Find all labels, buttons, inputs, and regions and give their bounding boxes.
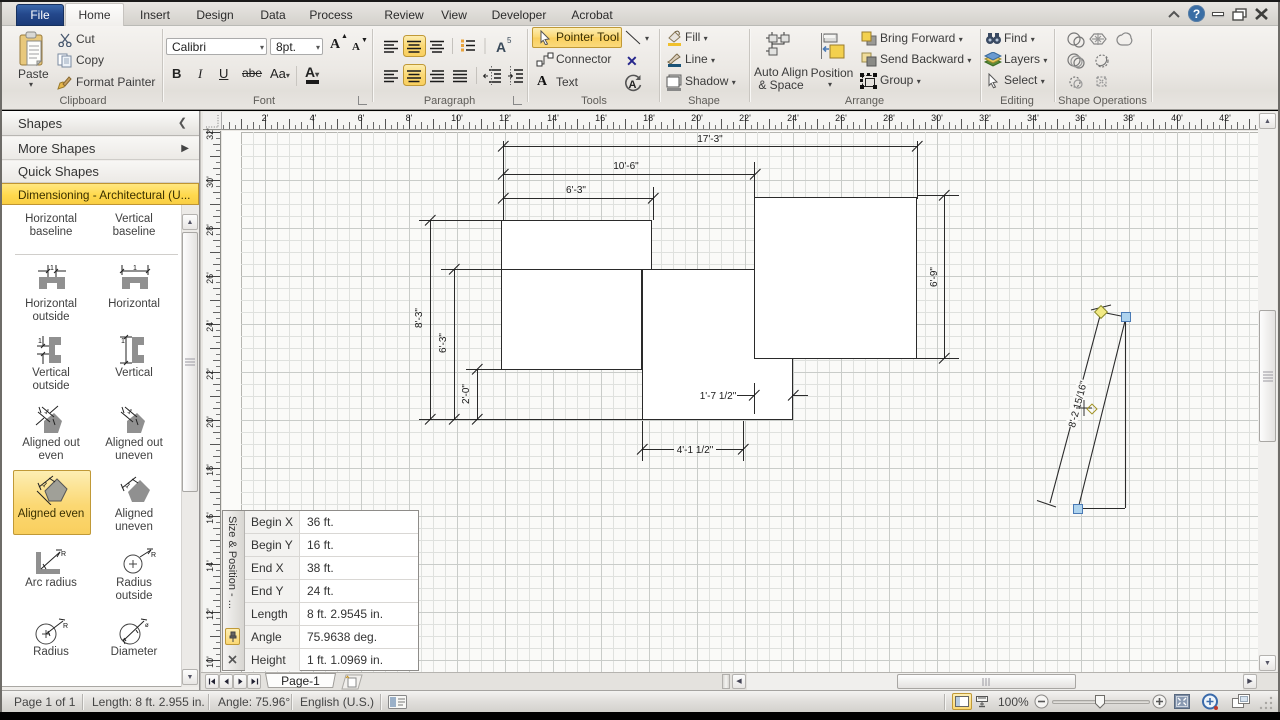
svg-text:R: R (61, 551, 66, 558)
svg-text:ø: ø (145, 623, 149, 629)
svg-text:1: 1 (124, 482, 132, 490)
svg-text:?: ? (1193, 7, 1200, 21)
svg-text:1: 1 (126, 408, 134, 416)
svg-text:4'-1 1/2": 4'-1 1/2" (677, 445, 714, 456)
svg-text:1: 1 (38, 338, 42, 345)
svg-text:2'-0": 2'-0" (461, 384, 472, 404)
svg-text:1: 1 (133, 265, 137, 272)
svg-text:17'-3": 17'-3" (697, 134, 723, 145)
svg-text:5: 5 (507, 36, 512, 45)
svg-text:8'-3": 8'-3" (414, 308, 425, 328)
svg-text:1: 1 (121, 338, 125, 345)
svg-text:8'-2 15/16": 8'-2 15/16" (1067, 379, 1090, 428)
svg-text:6'-3": 6'-3" (438, 333, 449, 353)
svg-text:1: 1 (41, 481, 49, 489)
svg-text:A: A (496, 39, 506, 55)
svg-text:6'-3": 6'-3" (566, 185, 586, 196)
svg-text:1'-7 1/2": 1'-7 1/2" (700, 391, 737, 402)
svg-text:R: R (63, 623, 68, 630)
svg-text:10'-6": 10'-6" (613, 161, 639, 172)
svg-text:1: 1 (50, 265, 54, 272)
svg-text:6'-9": 6'-9" (929, 267, 940, 287)
svg-text:A: A (629, 79, 637, 91)
svg-text:R: R (151, 552, 156, 559)
svg-text:1: 1 (43, 408, 51, 416)
